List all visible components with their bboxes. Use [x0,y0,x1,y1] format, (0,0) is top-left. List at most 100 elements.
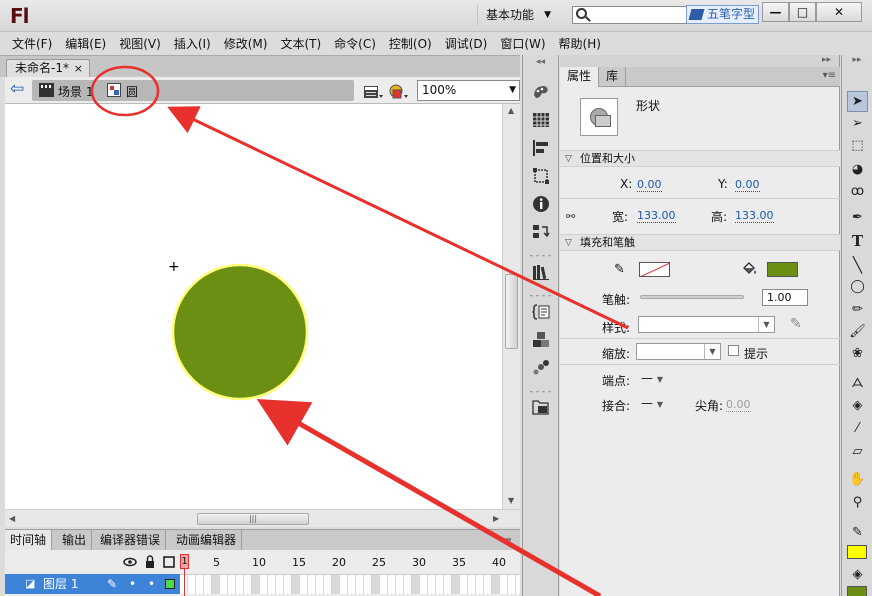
menu-insert[interactable]: 插入(I) [168,35,217,52]
cap-select[interactable]: — ▼ [641,371,663,385]
pencil-tool-icon[interactable]: ✏ [847,299,868,320]
free-transform-tool-icon[interactable]: ⬚ [847,135,868,156]
scroll-thumb[interactable]: ||| [197,513,309,525]
stage-vertical-scrollbar[interactable]: ▲ ▼ [502,104,520,509]
y-value[interactable]: 0.00 [735,178,760,192]
tab-timeline[interactable]: 时间轴 [5,530,53,551]
back-arrow-icon[interactable]: ⇦ [10,81,28,99]
pen-tool-icon[interactable]: ✒ [847,207,868,228]
panel-grip[interactable]: ▸▸ [842,55,872,67]
edit-stroke-style-icon[interactable]: ✎ [790,316,802,332]
menu-debug[interactable]: 调试(D) [439,35,494,52]
panel-menu-icon[interactable]: ▾≡ [823,70,836,81]
deco-tool-icon[interactable]: ❀ [847,343,868,364]
lock-dot-icon[interactable]: • [148,574,155,594]
height-value[interactable]: 133.00 [735,209,774,223]
tab-library[interactable]: 库 [599,67,627,87]
scale-select[interactable]: ▼ [636,343,721,360]
bone-tool-icon[interactable]: ᗋ [847,373,868,394]
menu-file[interactable]: 文件(F) [6,35,58,52]
info-panel-icon[interactable] [532,195,550,213]
layer-row[interactable]: ◪ 图层 1 ✎ • • [5,574,520,594]
stage-horizontal-scrollbar[interactable]: ◀ ||| ▶ [5,509,520,527]
tab-properties[interactable]: 属性 [560,67,600,87]
menu-edit[interactable]: 编辑(E) [59,35,112,52]
breadcrumb-symbol[interactable]: 圆 [126,83,138,100]
components-panel-icon[interactable] [532,331,550,349]
align-panel-icon[interactable] [532,139,550,157]
stroke-width-input[interactable]: 1.00 [762,289,808,306]
stroke-color-swatch[interactable] [639,262,670,277]
project-panel-icon[interactable] [532,399,550,417]
frame-ruler[interactable]: 1 5 10 15 20 25 30 35 40 [180,554,520,572]
playhead[interactable]: 1 [180,554,189,596]
panel-grip[interactable]: ▸▸ [560,55,839,67]
stroke-width-slider[interactable] [640,295,744,299]
workspace-switcher[interactable]: 基本功能 ▼ [477,4,559,26]
zoom-select[interactable]: 100% ▼ [417,80,520,101]
outline-color-icon[interactable] [165,579,175,589]
section-fill-stroke[interactable]: 填充和笔触 [560,234,840,251]
line-tool-icon[interactable]: ╲ [847,254,868,275]
section-position-size[interactable]: 位置和大小 [560,150,840,167]
fill-color-swatch[interactable] [847,586,867,596]
3d-rotation-tool-icon[interactable]: ◕ [847,159,868,180]
menu-view[interactable]: 视图(V) [113,35,167,52]
fill-color-swatch[interactable] [767,262,798,277]
subselection-tool-icon[interactable]: ➢ [847,113,868,134]
menu-control[interactable]: 控制(O) [383,35,438,52]
restore-button[interactable]: □ [789,2,816,22]
width-value[interactable]: 133.00 [637,209,676,223]
text-tool-icon[interactable]: T [847,230,868,251]
menu-help[interactable]: 帮助(H) [553,35,607,52]
color-panel-icon[interactable] [532,83,550,101]
oval-tool-icon[interactable]: ◯ [847,276,868,297]
menu-text[interactable]: 文本(T) [274,35,327,52]
menu-modify[interactable]: 修改(M) [218,35,274,52]
hint-checkbox[interactable] [728,345,739,356]
green-circle-shape[interactable] [171,263,309,401]
lasso-tool-icon[interactable]: ꝏ [847,181,868,202]
minimize-button[interactable]: — [762,2,789,22]
scene-panel-icon[interactable] [532,223,550,241]
edit-symbols-icon[interactable] [387,82,409,100]
close-button[interactable]: ✕ [816,2,862,22]
tab-compiler-errors[interactable]: 编译器错误 [95,530,167,551]
library-panel-icon[interactable] [532,263,550,281]
chain-link-icon[interactable]: ⚯ [566,210,575,223]
eraser-tool-icon[interactable]: ▱ [847,441,868,462]
tab-output[interactable]: 输出 [57,530,93,551]
scroll-thumb[interactable] [505,274,518,349]
scroll-up-icon[interactable]: ▲ [508,106,514,115]
actions-panel-icon[interactable] [532,303,550,321]
zoom-tool-icon[interactable]: ⚲ [847,492,868,513]
hand-tool-icon[interactable]: ✋ [847,469,868,490]
scroll-right-icon[interactable]: ▶ [493,514,499,523]
panel-menu-icon[interactable]: ▾≡ [501,535,512,544]
edit-scene-icon[interactable] [362,82,384,100]
tab-motion-editor[interactable]: 动画编辑器 [171,530,243,551]
miter-value[interactable]: 0.00 [726,398,751,412]
panel-grip[interactable]: ◂◂ [523,57,558,69]
paint-bucket-tool-icon[interactable]: ◈ [847,395,868,416]
x-value[interactable]: 0.00 [637,178,662,192]
stroke-color-swatch[interactable] [847,545,867,559]
layer-name-cell[interactable]: ◪ 图层 1 ✎ • • [5,574,180,594]
brush-tool-icon[interactable]: 🖌 [847,321,868,342]
scroll-down-icon[interactable]: ▼ [508,496,514,505]
menu-window[interactable]: 窗口(W) [494,35,551,52]
visibility-dot-icon[interactable]: • [129,574,136,594]
breadcrumb-scene[interactable]: 场景 1 [58,83,93,100]
help-search-input[interactable] [572,6,690,24]
transform-panel-icon[interactable] [532,167,550,185]
stage-canvas[interactable]: + [5,104,502,509]
motion-presets-icon[interactable] [532,359,550,377]
close-tab-icon[interactable]: × [74,60,83,77]
scroll-left-icon[interactable]: ◀ [9,514,15,523]
menu-commands[interactable]: 命令(C) [328,35,382,52]
document-tab[interactable]: 未命名-1* × [6,59,90,78]
frame-cells[interactable] [180,574,520,594]
selection-tool-icon[interactable]: ➤ [847,91,868,112]
swatches-panel-icon[interactable] [532,111,550,129]
join-select[interactable]: — ▼ [641,396,663,410]
